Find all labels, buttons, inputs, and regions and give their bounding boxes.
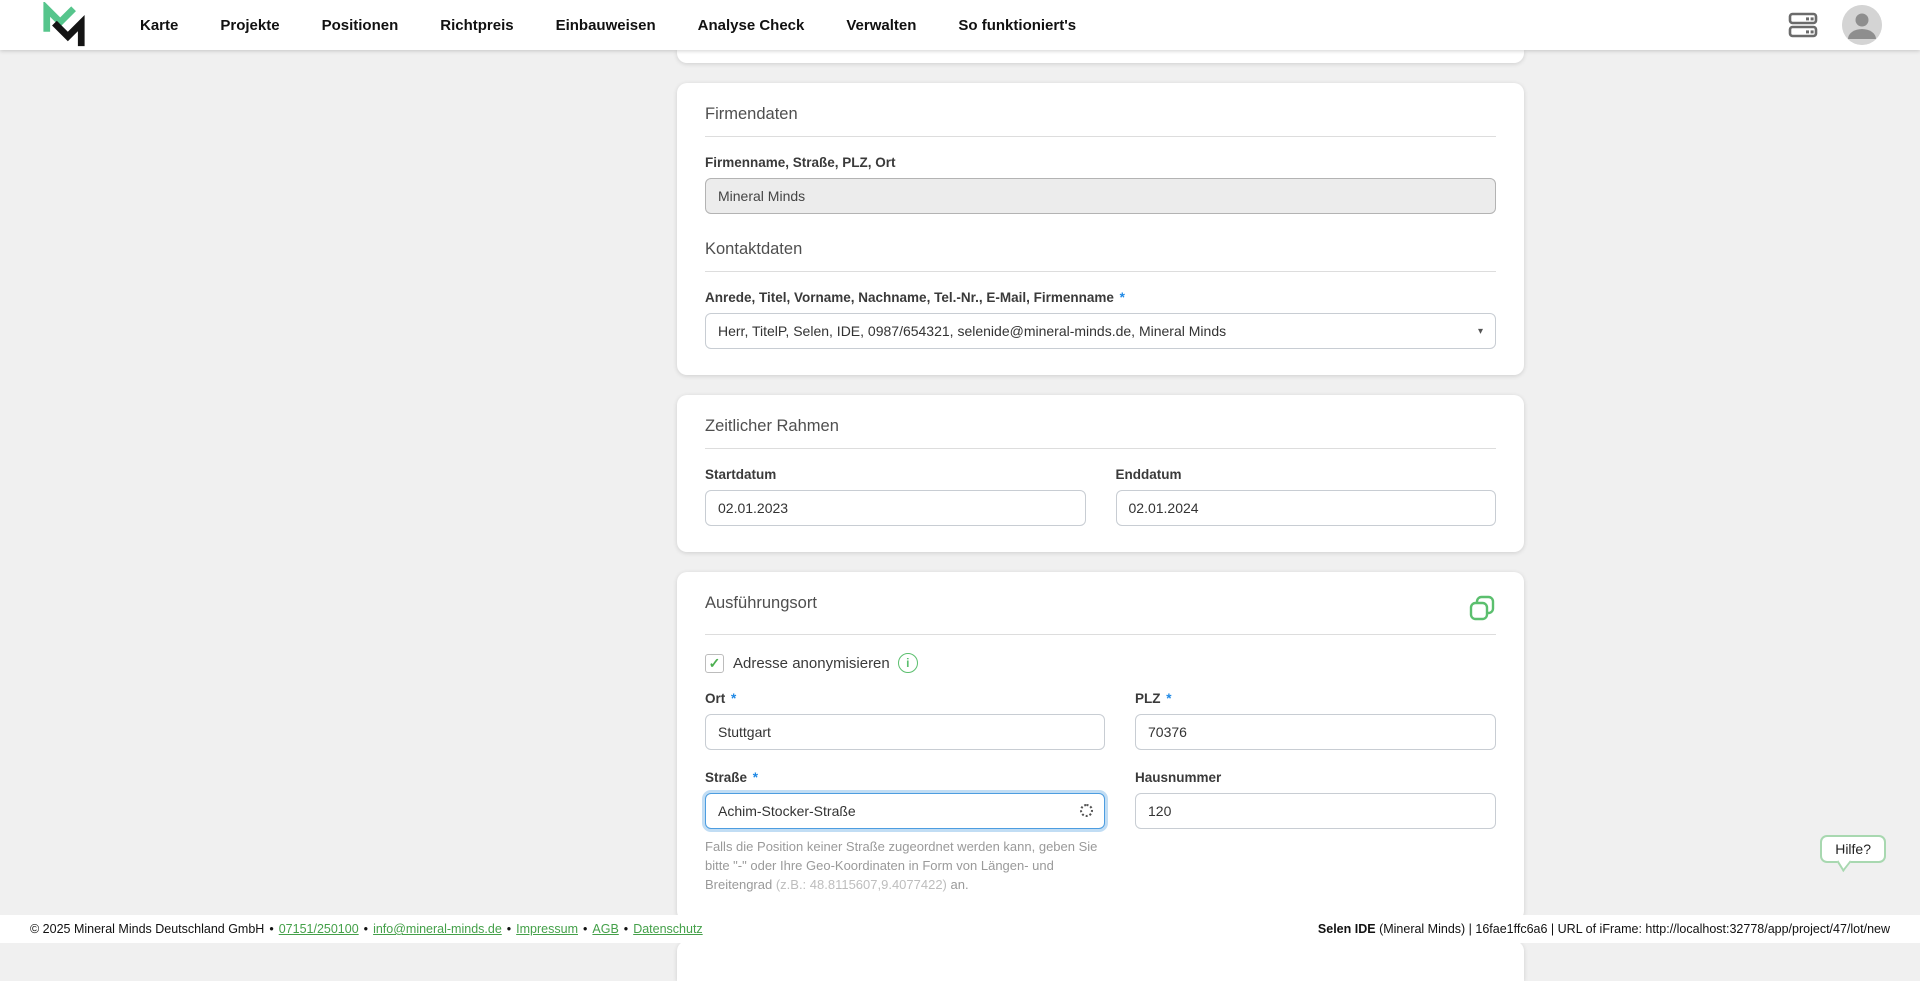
- zeitlicher-rahmen-title: Zeitlicher Rahmen: [705, 417, 839, 435]
- firmenname-label: Firmenname, Straße, PLZ, Ort: [705, 155, 896, 170]
- kontakt-label: Anrede, Titel, Vorname, Nachname, Tel.-N…: [705, 290, 1496, 305]
- nav-item-analyse-check[interactable]: Analyse Check: [698, 17, 805, 34]
- separator: •: [506, 922, 512, 936]
- footer-link-impressum[interactable]: Impressum: [516, 922, 578, 936]
- mineral-minds-logo[interactable]: [40, 2, 88, 48]
- kontakt-label-text: Anrede, Titel, Vorname, Nachname, Tel.-N…: [705, 290, 1114, 305]
- divider: [705, 448, 1496, 449]
- enddatum-label: Enddatum: [1115, 467, 1182, 482]
- kontakt-select-value: Herr, TitelP, Selen, IDE, 0987/654321, s…: [718, 323, 1227, 339]
- main-content: Firmendaten Firmenname, Straße, PLZ, Ort…: [677, 50, 1524, 981]
- info-icon[interactable]: i: [897, 653, 918, 673]
- firmenname-input: [705, 178, 1496, 214]
- logo-icon: [43, 2, 85, 47]
- firmendaten-title: Firmendaten: [705, 105, 798, 123]
- loading-spinner-icon: [1080, 804, 1093, 817]
- nav-item-richtpreis[interactable]: Richtpreis: [440, 17, 513, 34]
- footer-link-agb[interactable]: AGB: [592, 922, 618, 936]
- divider: [705, 634, 1496, 635]
- strasse-help-text: Falls die Position keiner Straße zugeord…: [705, 838, 1105, 895]
- nav-item-projekte[interactable]: Projekte: [220, 17, 279, 34]
- separator: •: [269, 922, 274, 936]
- checkmark-icon: ✓: [708, 655, 721, 671]
- startdatum-label: Startdatum: [705, 467, 777, 482]
- main-menu: Karte Projekte Positionen Richtpreis Ein…: [140, 17, 1076, 34]
- ausfuehrungsort-card: Ausführungsort ✓ Adresse anonymisieren i…: [677, 572, 1524, 921]
- server-icon[interactable]: [1786, 8, 1820, 42]
- strasse-label-text: Straße: [705, 770, 748, 785]
- info-glyph: i: [906, 656, 910, 670]
- ide-name: Selen IDE: [1317, 922, 1376, 936]
- kontakt-select[interactable]: Herr, TitelP, Selen, IDE, 0987/654321, s…: [705, 313, 1496, 349]
- footer-left: © 2025 Mineral Minds Deutschland GmbH • …: [30, 922, 703, 936]
- strasse-label: Straße *: [705, 770, 1105, 785]
- previous-card-partial: [677, 50, 1524, 63]
- help-text-suffix: an.: [946, 876, 969, 892]
- enddatum-field: Enddatum: [1115, 467, 1496, 526]
- copy-icon: [1469, 595, 1495, 621]
- help-text-coords: (z.B.: 48.8115607,9.4077422): [775, 876, 947, 892]
- startdatum-field: Startdatum: [705, 467, 1086, 526]
- footer-link-email[interactable]: info@mineral-minds.de: [373, 922, 502, 936]
- zeitlicher-rahmen-card: Zeitlicher Rahmen Startdatum Enddatum: [677, 395, 1524, 552]
- required-mark: *: [1119, 290, 1125, 305]
- separator: •: [623, 922, 629, 936]
- footer-link-phone[interactable]: 07151/250100: [279, 922, 359, 936]
- top-navbar: Karte Projekte Positionen Richtpreis Ein…: [0, 0, 1920, 50]
- startdatum-input[interactable]: [705, 490, 1086, 526]
- required-mark: *: [752, 770, 759, 785]
- user-avatar[interactable]: [1842, 5, 1882, 45]
- strasse-input[interactable]: [705, 793, 1105, 829]
- footer-debug-info: Selen IDE (Mineral Minds) | 16fae1ffc6a6…: [1318, 922, 1890, 936]
- plz-input[interactable]: [1135, 714, 1496, 750]
- chevron-down-icon: ▾: [1477, 325, 1483, 337]
- plz-field: PLZ *: [1135, 691, 1496, 750]
- kontaktdaten-title: Kontaktdaten: [705, 240, 803, 258]
- separator: •: [363, 922, 369, 936]
- anonymize-checkbox[interactable]: ✓: [705, 653, 724, 673]
- ort-field: Ort *: [705, 691, 1105, 750]
- enddatum-input[interactable]: [1115, 490, 1496, 526]
- help-button[interactable]: Hilfe?: [1820, 835, 1886, 863]
- hausnummer-field: Hausnummer: [1135, 770, 1496, 895]
- plz-label: PLZ *: [1135, 691, 1496, 706]
- nav-item-verwalten[interactable]: Verwalten: [846, 17, 916, 34]
- hausnummer-input[interactable]: [1135, 793, 1496, 829]
- copyright-text: © 2025 Mineral Minds Deutschland GmbH: [30, 922, 265, 936]
- strasse-field: Straße * Falls die Position keiner Straß…: [705, 770, 1105, 895]
- ort-label: Ort *: [705, 691, 1105, 706]
- nav-item-einbauweisen[interactable]: Einbauweisen: [556, 17, 656, 34]
- ort-input[interactable]: [705, 714, 1105, 750]
- required-mark: *: [1166, 691, 1172, 706]
- ausfuehrungsort-title: Ausführungsort: [705, 594, 817, 612]
- iframe-url-text: (Mineral Minds) | 16fae1ffc6a6 | URL of …: [1375, 922, 1890, 936]
- divider: [705, 271, 1496, 272]
- nav-item-karte[interactable]: Karte: [140, 17, 178, 34]
- ort-label-text: Ort: [705, 691, 726, 706]
- nav-item-positionen[interactable]: Positionen: [322, 17, 399, 34]
- server-rack-icon: [1788, 12, 1818, 38]
- next-card-partial: [677, 940, 1524, 981]
- anonymize-row: ✓ Adresse anonymisieren i: [705, 653, 1496, 673]
- hausnummer-label: Hausnummer: [1135, 770, 1222, 785]
- footer: © 2025 Mineral Minds Deutschland GmbH • …: [0, 915, 1920, 943]
- plz-label-text: PLZ: [1135, 691, 1161, 706]
- navbar-right: [1786, 5, 1882, 45]
- firmendaten-card: Firmendaten Firmenname, Straße, PLZ, Ort…: [677, 83, 1524, 375]
- person-icon: [1842, 5, 1882, 45]
- footer-link-datenschutz[interactable]: Datenschutz: [633, 922, 702, 936]
- nav-item-so-funktionierts[interactable]: So funktioniert's: [958, 17, 1076, 34]
- copy-button[interactable]: [1468, 594, 1496, 622]
- required-mark: *: [731, 691, 737, 706]
- anonymize-label: Adresse anonymisieren: [733, 654, 890, 672]
- divider: [705, 136, 1496, 137]
- separator: •: [583, 922, 588, 936]
